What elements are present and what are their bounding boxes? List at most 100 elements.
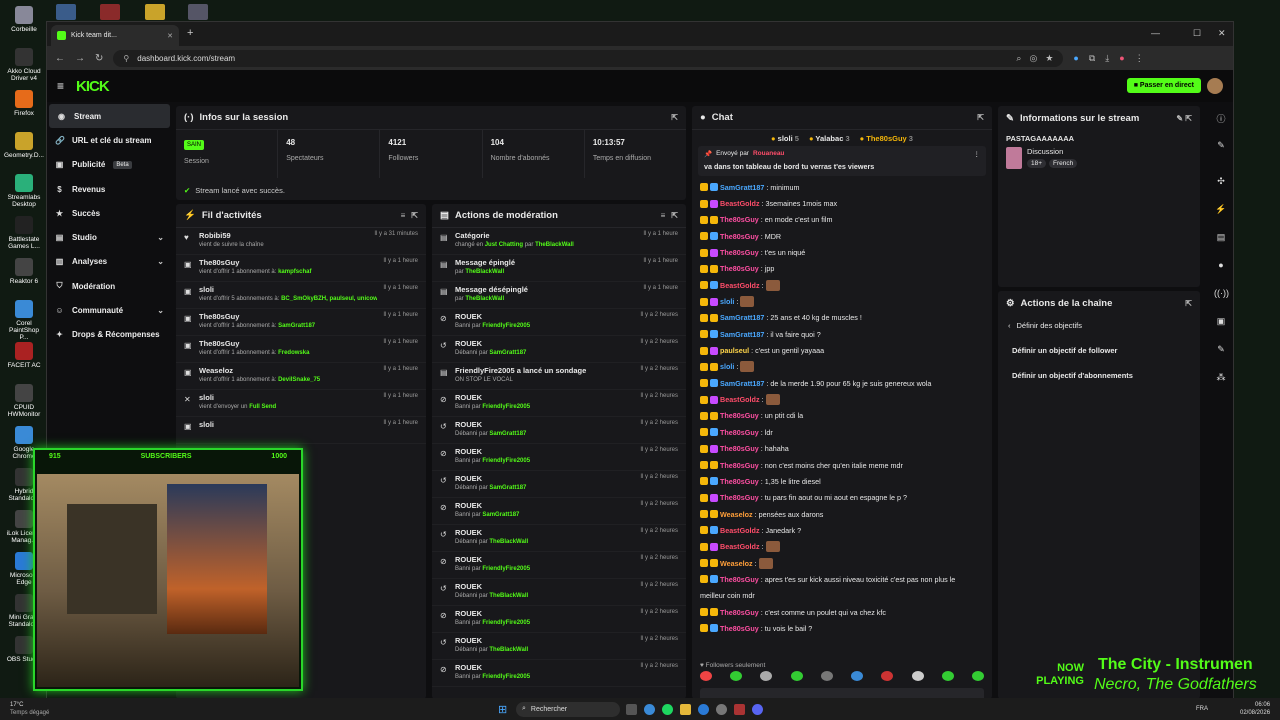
chat-username[interactable]: The80sGuy (720, 411, 759, 420)
maximize-icon[interactable]: ☐ (1193, 28, 1201, 39)
back-link[interactable]: ‹ Définir des objectifs (998, 315, 1200, 336)
url-field[interactable]: ⚲ dashboard.kick.com/stream ⌕ ◎ ★ (113, 49, 1064, 67)
chat-username[interactable]: The80sGuy (720, 493, 759, 502)
chat-username[interactable]: The80sGuy (720, 608, 759, 617)
emote-icon[interactable] (941, 671, 954, 681)
moderation-icon[interactable]: ▣ (1214, 316, 1228, 330)
chrome-icon[interactable] (644, 703, 655, 715)
desktop-icon[interactable]: Reaktor 6 (4, 258, 44, 285)
reload-icon[interactable]: ↻ (95, 53, 103, 64)
desktop-icon[interactable]: Akko Cloud Driver v4 (4, 48, 44, 82)
back-icon[interactable]: ← (55, 53, 65, 64)
app-icon[interactable] (188, 4, 208, 20)
desktop-icon[interactable]: Corbeille (4, 6, 44, 33)
sidebar-item-analyses[interactable]: ▥ Analyses ⌄ (47, 250, 172, 274)
download-icon[interactable]: ⤓ (1105, 53, 1109, 64)
chat-username[interactable]: The80sGuy (720, 248, 759, 257)
chat-username[interactable]: The80sGuy (720, 428, 759, 437)
menu-dots-icon[interactable]: ⋮ (1135, 53, 1144, 64)
app-icon[interactable] (56, 4, 76, 20)
weather-widget[interactable]: 17°C Temps dégagé (10, 701, 49, 717)
clock[interactable]: 06:06 02/08/2026 (1240, 701, 1270, 717)
popout-icon[interactable]: ⇱ (977, 113, 984, 122)
chat-username[interactable]: Weaseloz (720, 559, 753, 568)
emote-icon[interactable] (730, 671, 743, 681)
chat-username[interactable]: SamGratt187 (720, 330, 764, 339)
sidebar-item-publicit-[interactable]: ▣ Publicité Beta (47, 153, 172, 177)
top-gifter[interactable]: ● The80sGuy 3 (860, 134, 913, 143)
edit-icon[interactable]: ✎ ⇱ (1176, 114, 1192, 123)
emote-icon[interactable] (700, 671, 712, 681)
crosshair-icon[interactable]: ✣ (1214, 176, 1228, 190)
top-gifter[interactable]: ● Yalabac 3 (809, 134, 850, 143)
new-tab-icon[interactable]: + (187, 27, 193, 39)
discord-icon[interactable] (752, 703, 763, 715)
bookmark-star-icon[interactable]: ★ (1045, 53, 1053, 64)
popout-icon[interactable]: ⇱ (411, 211, 418, 220)
chat-username[interactable]: BeastGoldz (720, 542, 760, 551)
chat-username[interactable]: The80sGuy (720, 575, 759, 584)
sidebar-item-drops-r-compenses[interactable]: ✦ Drops & Récompenses (47, 323, 172, 347)
emote-icon[interactable] (881, 671, 894, 681)
emote-icon[interactable] (820, 671, 833, 681)
wrench-icon[interactable]: ✎ (1214, 344, 1228, 358)
chat-username[interactable]: The80sGuy (720, 232, 759, 241)
eye-off-icon[interactable]: ◎ (1029, 53, 1037, 64)
forward-icon[interactable]: → (75, 53, 85, 64)
extension-icon[interactable]: ● (1073, 53, 1078, 63)
chat-username[interactable]: BeastGoldz (720, 526, 760, 535)
app-icon[interactable] (734, 703, 745, 715)
top-gifter[interactable]: ● sloli 5 (771, 134, 799, 143)
chat-username[interactable]: BeastGoldz (720, 281, 760, 290)
close-window-icon[interactable]: ✕ (1218, 28, 1226, 39)
spotify-icon[interactable] (662, 703, 673, 715)
user-avatar[interactable] (1207, 78, 1223, 94)
filter-icon[interactable]: ≡ (661, 211, 666, 220)
emote-icon[interactable] (790, 671, 803, 681)
sidebar-item-mod-ration[interactable]: ⛉ Modération (47, 274, 172, 298)
windows-start-icon[interactable]: ⊞ (498, 703, 507, 716)
popout-icon[interactable]: ⇱ (671, 211, 678, 220)
desktop-icon[interactable]: Corel PaintShop P... (4, 300, 44, 341)
sidebar-item-stream[interactable]: ◉ Stream (49, 104, 170, 129)
zoom-icon[interactable]: ⌕ (1016, 53, 1021, 64)
sidebar-item-revenus[interactable]: $ Revenus (47, 177, 172, 201)
edge-icon[interactable] (698, 703, 709, 715)
task-view-icon[interactable] (626, 703, 637, 715)
sidebar-item-studio[interactable]: ▤ Studio ⌄ (47, 225, 172, 249)
emote-icon[interactable] (760, 671, 773, 681)
chat-username[interactable]: SamGratt187 (720, 313, 764, 322)
filter-icon[interactable]: ≡ (401, 211, 406, 220)
popout-icon[interactable]: ⇱ (1185, 299, 1192, 308)
chat-username[interactable]: The80sGuy (720, 477, 759, 486)
desktop-icon[interactable]: Streamlabs Desktop (4, 174, 44, 208)
site-info-icon[interactable]: ⚲ (123, 54, 129, 63)
info-icon[interactable]: ⓘ (1214, 112, 1228, 126)
chat-username[interactable]: Weaseloz (720, 510, 753, 519)
go-live-button[interactable]: ■ Passer en direct (1126, 78, 1201, 93)
popout-icon[interactable]: ⇱ (671, 113, 678, 122)
profile-icon[interactable]: ● (1119, 53, 1124, 63)
emote-icon[interactable] (851, 671, 864, 681)
chat-username[interactable]: The80sGuy (720, 215, 759, 224)
goal-action-item[interactable]: Définir un objectif de follower (998, 340, 1200, 361)
chat-icon[interactable]: ● (1214, 260, 1228, 274)
sidebar-item-succ-s[interactable]: ★ Succès (47, 201, 172, 225)
emote-icon[interactable] (911, 671, 924, 681)
close-tab-icon[interactable]: ✕ (167, 32, 173, 40)
chat-username[interactable]: SamGratt187 (720, 183, 764, 192)
chat-username[interactable]: BeastGoldz (720, 395, 760, 404)
file-explorer-icon[interactable] (680, 703, 691, 715)
chat-username[interactable]: paulseul (720, 346, 749, 355)
chat-username[interactable]: sloli (720, 362, 734, 371)
kick-logo[interactable]: KICK (76, 78, 110, 95)
chat-username[interactable]: The80sGuy (720, 624, 759, 633)
language-indicator[interactable]: FRA (1196, 706, 1208, 712)
chat-username[interactable]: SamGratt187 (720, 379, 764, 388)
folder-icon[interactable] (145, 4, 165, 20)
chat-username[interactable]: sloli (720, 297, 734, 306)
extensions-puzzle-icon[interactable]: ⧉ (1089, 53, 1095, 64)
chat-username[interactable]: The80sGuy (720, 444, 759, 453)
desktop-icon[interactable]: CPUID HWMonitor (4, 384, 44, 418)
desktop-icon[interactable]: Firefox (4, 90, 44, 117)
